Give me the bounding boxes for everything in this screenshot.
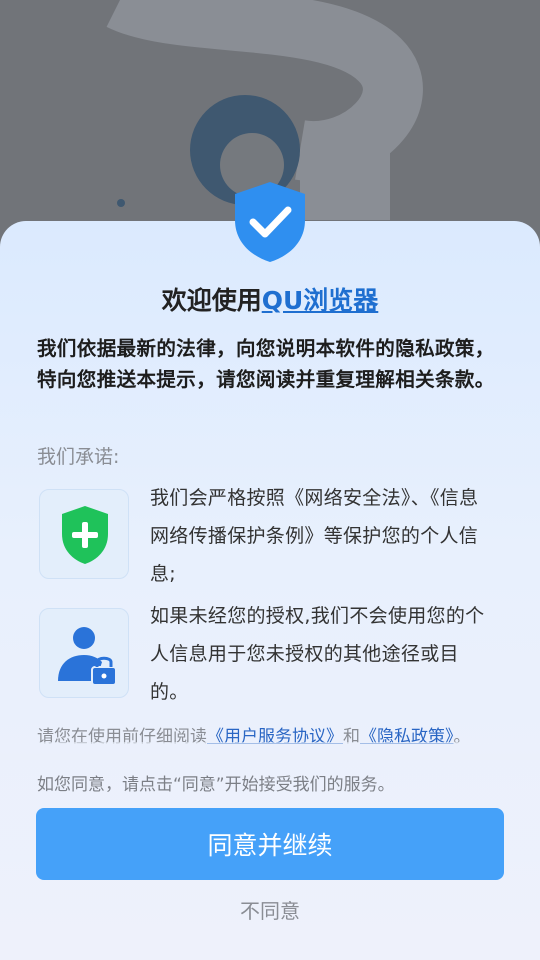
scroll-fade	[0, 742, 540, 760]
app-name-link[interactable]: QU浏览器	[262, 286, 379, 315]
check-shield-icon	[235, 182, 305, 262]
title-prefix: 欢迎使用	[161, 286, 262, 315]
agree-continue-button[interactable]: 同意并继续	[36, 808, 504, 880]
user-lock-icon	[58, 627, 117, 686]
dialog-title: 欢迎使用QU浏览器	[0, 281, 540, 317]
green-shield-plus-icon	[62, 506, 108, 564]
promise-item-authorization: 如果未经您的授权,我们不会使用您的个人信息用于您未授权的其他途径或目的。	[150, 605, 485, 703]
item-icon-box-privacy	[39, 608, 129, 698]
decline-button[interactable]: 不同意	[0, 895, 540, 924]
consent-hint: 如您同意，请点击“同意”开始接受我们的服务。	[37, 775, 395, 795]
intro-text: 我们依据最新的法律，向您说明本软件的隐私政策，特向您推送本提示，请您阅读并重复理…	[37, 337, 495, 391]
promise-item-security: 我们会严格按照《网络安全法》、《信息网络传播保护条例》等保护您的个人信息;	[150, 487, 479, 585]
promise-label: 我们承诺:	[37, 446, 120, 468]
item-icon-box-security	[39, 489, 129, 579]
